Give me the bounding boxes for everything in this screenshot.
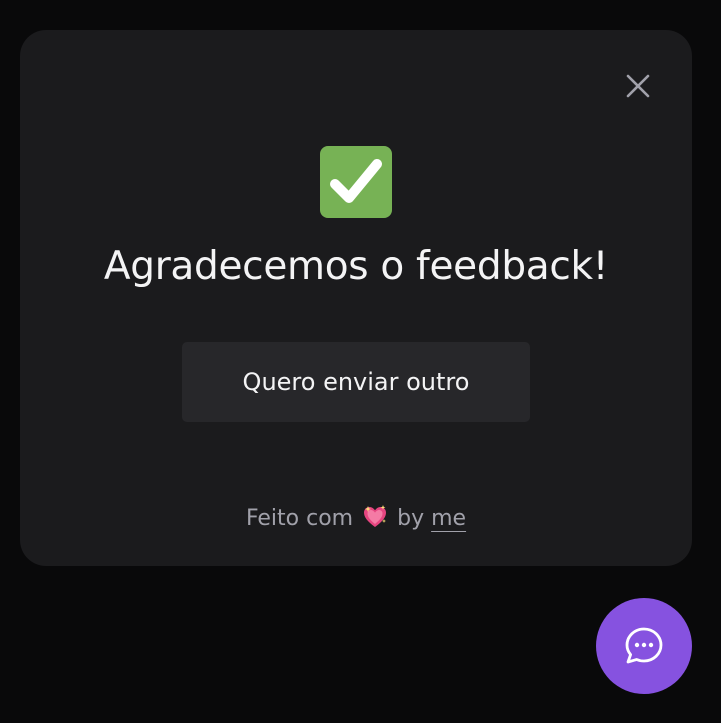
footer-credit: Feito com by me	[20, 502, 692, 536]
footer-by: by	[397, 506, 425, 531]
close-button[interactable]	[626, 74, 650, 98]
check-mark-button-icon	[320, 146, 392, 218]
close-icon[interactable]	[626, 74, 650, 98]
chat-bubble-icon	[625, 627, 663, 664]
sparkling-heart-icon	[362, 504, 388, 530]
success-title: Agradecemos o feedback!	[103, 244, 609, 289]
chat-widget-button[interactable]	[596, 598, 692, 694]
send-another-button[interactable]: Quero enviar outro	[182, 342, 530, 422]
author-link[interactable]: me	[431, 506, 466, 531]
footer-prefix: Feito com	[245, 506, 354, 531]
feedback-dialog: Agradecemos o feedback! Quero enviar out…	[20, 30, 692, 566]
